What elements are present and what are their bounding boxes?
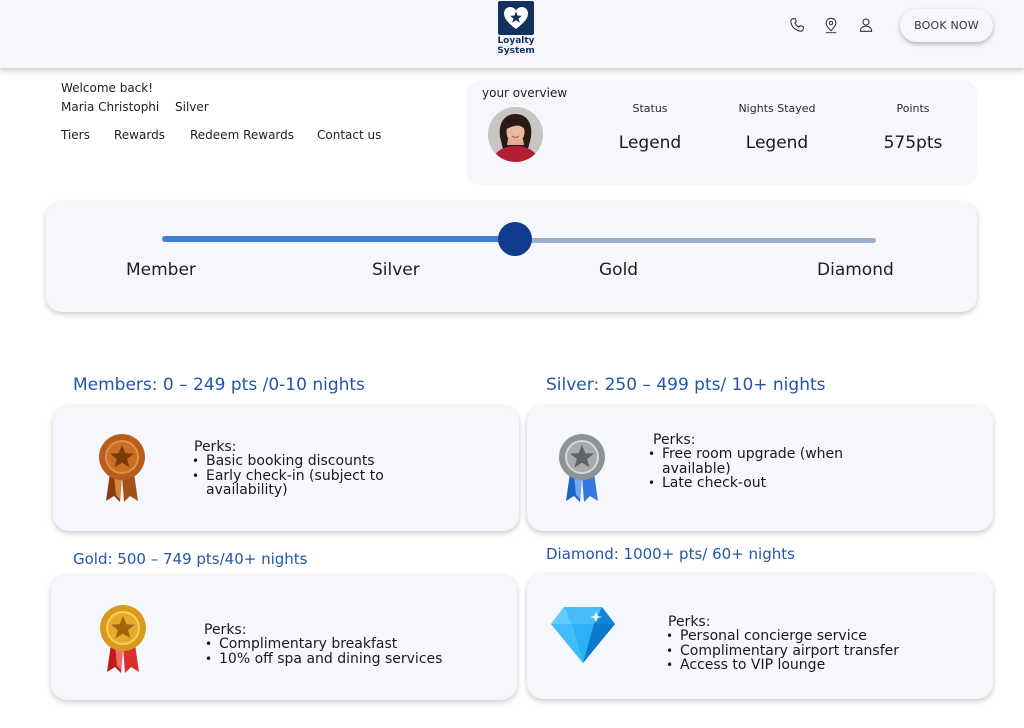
phone-icon[interactable] — [786, 14, 808, 36]
welcome-greeting: Welcome back! — [61, 81, 154, 95]
silver-medal-icon — [556, 433, 608, 507]
perk-list-members: Basic booking discounts Early check-in (… — [192, 454, 432, 498]
progress-track-remaining — [514, 238, 876, 243]
section-title-members: Members: 0 – 249 pts /0-10 nights — [73, 375, 365, 395]
progress-track-filled — [162, 236, 514, 242]
gold-medal-icon — [97, 604, 149, 678]
user-icon[interactable] — [855, 14, 877, 36]
perk-item: Free room upgrade (when available) — [648, 447, 878, 476]
perks-heading-silver: Perks: — [653, 432, 696, 448]
perk-item: Early check-in (subject to availability) — [192, 468, 432, 498]
book-now-button[interactable]: BOOK NOW — [900, 9, 993, 42]
perks-heading-diamond: Perks: — [668, 614, 711, 630]
stat-value-nights: Legend — [745, 133, 809, 153]
perk-item: Personal concierge service — [666, 629, 946, 644]
perk-item: Complimentary airport transfer — [666, 643, 946, 659]
nav-tiers[interactable]: Tiers — [61, 128, 90, 142]
perk-item: Basic booking discounts — [192, 454, 432, 469]
profile-photo — [488, 107, 543, 162]
overview-title: your overview — [482, 86, 568, 100]
tier-label-gold: Gold — [599, 260, 639, 280]
logo[interactable] — [498, 1, 534, 35]
perk-item: Late check-out — [648, 476, 878, 491]
tier-progress-card — [46, 202, 977, 312]
nav-rewards[interactable]: Rewards — [114, 128, 165, 142]
perks-heading-gold: Perks: — [204, 622, 247, 638]
nav-redeem-rewards[interactable]: Redeem Rewards — [190, 128, 294, 142]
tier-label-silver: Silver — [372, 260, 420, 280]
perk-item: Access to VIP lounge — [666, 658, 946, 673]
tier-label-member: Member — [126, 260, 196, 280]
logo-line-2: System — [497, 46, 535, 56]
stat-value-points: 575pts — [883, 133, 943, 153]
stat-value-status: Legend — [618, 133, 682, 153]
stat-label-points: Points — [896, 102, 930, 115]
stat-label-nights: Nights Stayed — [738, 102, 816, 115]
perk-list-gold: Complimentary breakfast 10% off spa and … — [205, 637, 485, 666]
bronze-medal-icon — [96, 433, 148, 507]
member-name: Maria Christophi — [61, 100, 160, 114]
perk-item: Complimentary breakfast — [205, 637, 485, 652]
perk-list-silver: Free room upgrade (when available) Late … — [648, 447, 878, 491]
avatar — [488, 107, 543, 162]
nav-contact-us[interactable]: Contact us — [317, 128, 381, 142]
section-title-diamond: Diamond: 1000+ pts/ 60+ nights — [546, 545, 795, 563]
heart-star-icon — [504, 7, 528, 29]
location-pin-icon[interactable] — [820, 14, 842, 36]
diamond-icon — [550, 606, 616, 668]
stat-label-status: Status — [632, 102, 668, 115]
logo-text: Loyalty System — [480, 36, 552, 56]
section-title-silver: Silver: 250 – 499 pts/ 10+ nights — [546, 375, 826, 395]
progress-slider-knob[interactable] — [498, 222, 532, 256]
member-tier: Silver — [175, 100, 209, 114]
logo-line-1: Loyalty — [497, 36, 535, 46]
tier-label-diamond: Diamond — [817, 260, 894, 280]
section-title-gold: Gold: 500 – 749 pts/40+ nights — [73, 550, 308, 568]
perk-list-diamond: Personal concierge service Complimentary… — [666, 629, 946, 673]
perks-heading-members: Perks: — [194, 439, 237, 455]
perk-item: 10% off spa and dining services — [205, 651, 485, 667]
